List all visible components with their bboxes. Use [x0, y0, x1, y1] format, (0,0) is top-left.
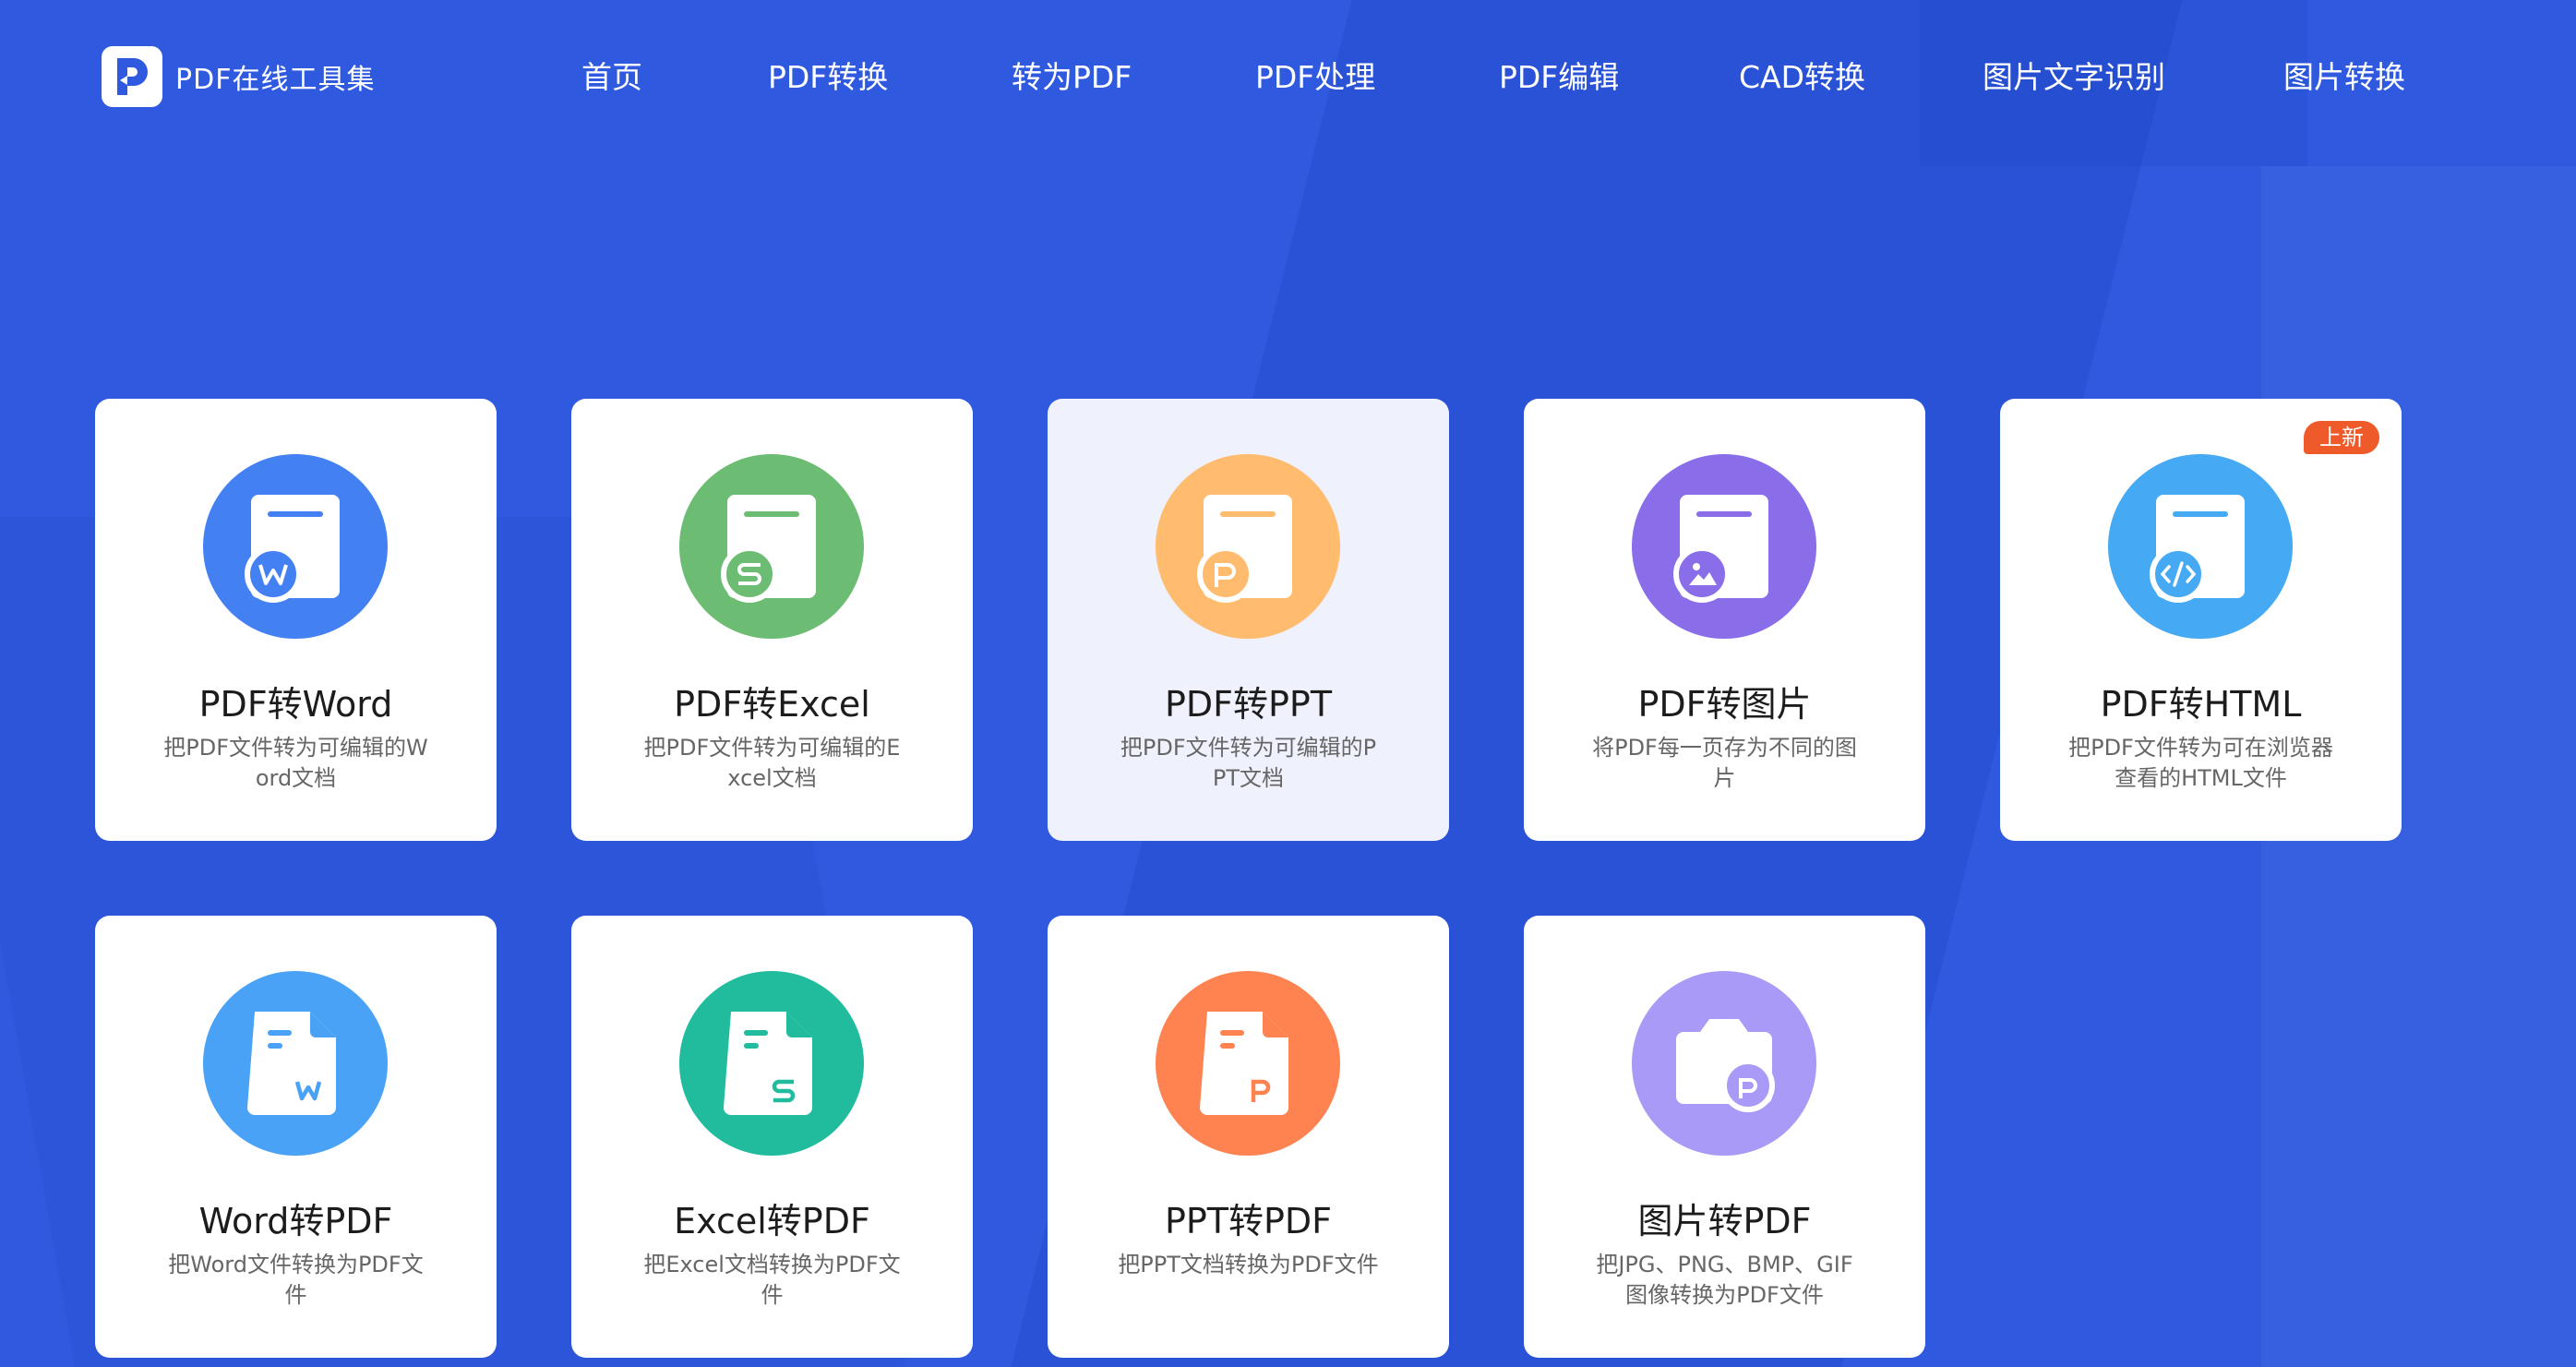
card-title: Excel转PDF: [674, 1201, 870, 1241]
nav-item-image-ocr[interactable]: 图片文字识别: [1983, 52, 2165, 103]
word-to-pdf-icon: [203, 971, 388, 1156]
image-to-pdf-icon: [1632, 971, 1816, 1156]
tool-card-ppt-to-pdf[interactable]: PPT转PDF 把PPT文档转换为PDF文件: [1048, 916, 1449, 1358]
card-description: 把PDF文件转为可在浏览器查看的HTML文件: [2068, 735, 2333, 791]
pdf-to-ppt-icon: [1156, 454, 1340, 639]
new-badge: 上新: [2304, 421, 2379, 454]
card-description: 把PDF文件转为可编辑的PPT文档: [1120, 735, 1377, 791]
tool-card-word-to-pdf[interactable]: Word转PDF 把Word文件转换为PDF文件: [95, 916, 497, 1358]
nav-item-image-convert[interactable]: 图片转换: [2283, 52, 2405, 103]
pdf-to-image-icon: [1632, 454, 1816, 639]
card-title: PDF转PPT: [1164, 684, 1333, 725]
tool-card-pdf-to-ppt[interactable]: PDF转PPT 把PDF文件转为可编辑的PPT文档: [1048, 399, 1449, 841]
card-description: 将PDF每一页存为不同的图片: [1592, 735, 1857, 791]
site-header: PDF在线工具集 首页 PDF转换 转为PDF PDF处理 PDF编辑 CAD转…: [0, 0, 2576, 157]
card-description: 把PPT文档转换为PDF文件: [1118, 1252, 1379, 1277]
pdf-to-html-icon: [2108, 454, 2293, 639]
card-title: 图片转PDF: [1637, 1201, 1812, 1241]
nav-item-pdf-process[interactable]: PDF处理: [1255, 52, 1375, 103]
card-description: 把PDF文件转为可编辑的Word文档: [163, 735, 428, 791]
main-nav: 首页 PDF转换 转为PDF PDF处理 PDF编辑 CAD转换 图片文字识别 …: [0, 52, 2576, 107]
card-title: PDF转HTML: [2100, 684, 2302, 725]
nav-item-pdf-edit[interactable]: PDF编辑: [1499, 52, 1619, 103]
tool-card-pdf-to-word[interactable]: PDF转Word 把PDF文件转为可编辑的Word文档: [95, 399, 497, 841]
card-description: 把Word文件转换为PDF文件: [168, 1252, 424, 1308]
card-title: PDF转Word: [198, 684, 393, 725]
nav-item-cad-convert[interactable]: CAD转换: [1739, 52, 1865, 103]
tool-card-excel-to-pdf[interactable]: Excel转PDF 把Excel文档转换为PDF文件: [571, 916, 973, 1358]
pdf-to-word-icon: [203, 454, 388, 639]
card-title: Word转PDF: [198, 1201, 393, 1241]
nav-item-to-pdf[interactable]: 转为PDF: [1012, 52, 1132, 103]
card-title: PDF转图片: [1637, 684, 1812, 725]
tool-card-image-to-pdf[interactable]: 图片转PDF 把JPG、PNG、BMP、GIF图像转换为PDF文件: [1524, 916, 1925, 1358]
tool-card-pdf-to-html[interactable]: 上新 PDF转HTML 把PDF文件转为可在浏览器查看的HTML文件: [2000, 399, 2402, 841]
tool-card-pdf-to-image[interactable]: PDF转图片 将PDF每一页存为不同的图片: [1524, 399, 1925, 841]
card-description: 把JPG、PNG、BMP、GIF图像转换为PDF文件: [1596, 1252, 1853, 1308]
card-description: 把Excel文档转换为PDF文件: [643, 1252, 901, 1308]
card-description: 把PDF文件转为可编辑的Excel文档: [643, 735, 901, 791]
nav-item-home[interactable]: 首页: [581, 52, 642, 103]
tool-card-pdf-to-excel[interactable]: PDF转Excel 把PDF文件转为可编辑的Excel文档: [571, 399, 973, 841]
pdf-to-excel-icon: [679, 454, 864, 639]
card-title: PPT转PDF: [1164, 1201, 1333, 1241]
excel-to-pdf-icon: [679, 971, 864, 1156]
nav-item-pdf-convert[interactable]: PDF转换: [768, 52, 888, 103]
ppt-to-pdf-icon: [1156, 971, 1340, 1156]
card-title: PDF转Excel: [674, 684, 870, 725]
